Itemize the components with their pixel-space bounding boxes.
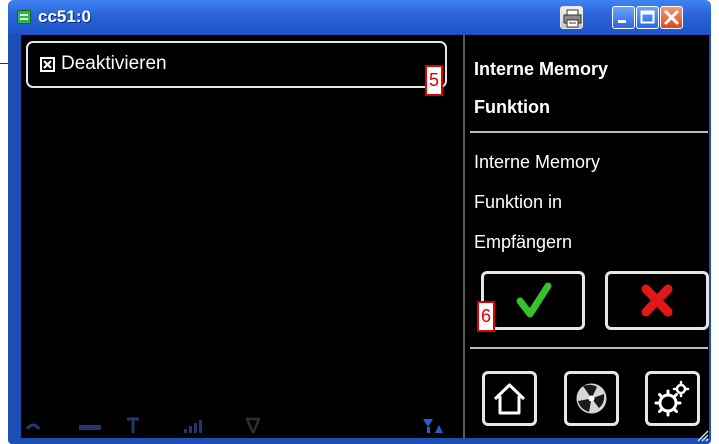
resize-grip-icon[interactable] (695, 428, 709, 442)
panel-description-line: Funktion in (474, 192, 563, 212)
deactivate-option[interactable]: Deaktivieren (26, 41, 447, 88)
cancel-button[interactable] (605, 271, 709, 330)
separator (470, 131, 708, 133)
fan-button[interactable] (564, 371, 619, 426)
x-icon (641, 284, 673, 317)
gear-icon (654, 380, 690, 417)
checkbox-checked-icon (40, 57, 55, 72)
minimize-button[interactable] (612, 6, 635, 29)
callout-marker-6: 6 (477, 301, 495, 332)
status-bar (21, 407, 461, 438)
home-button[interactable] (482, 371, 537, 426)
panel-divider (463, 35, 465, 438)
panel-description-line: Empfängern (474, 232, 573, 252)
panel-description-line: Interne Memory (474, 152, 601, 172)
app-icon (17, 10, 31, 24)
callout-marker-5: 5 (425, 65, 443, 96)
close-button[interactable] (660, 6, 683, 29)
maximize-icon (640, 10, 655, 24)
title-bar[interactable]: cc51:0 (8, 0, 711, 34)
checkbox[interactable] (40, 57, 55, 72)
app-window: cc51:0 Deaktivieren 5 Interne Memory Fun… (8, 0, 711, 444)
close-icon (664, 10, 679, 25)
fan-icon (576, 383, 607, 414)
confirm-button[interactable] (481, 271, 585, 330)
minimize-icon (618, 20, 626, 23)
separator (470, 347, 708, 349)
status-bar-icons (25, 417, 443, 434)
option-label: Deaktivieren (61, 53, 167, 74)
panel-title-line: Funktion (474, 97, 550, 117)
home-icon (493, 383, 526, 415)
print-button[interactable] (560, 6, 583, 29)
settings-button[interactable] (645, 371, 700, 426)
panel-title: Interne Memory Funktion (474, 50, 704, 126)
device-screen: Deaktivieren 5 Interne Memory Funktion I… (21, 35, 709, 438)
panel-title-line: Interne Memory (474, 59, 609, 79)
print-icon (563, 9, 582, 28)
maximize-button[interactable] (636, 6, 659, 29)
window-title: cc51:0 (38, 7, 91, 26)
checkmark-icon (516, 282, 552, 318)
panel-description: Interne Memory Funktion in Empfängern (474, 142, 704, 262)
